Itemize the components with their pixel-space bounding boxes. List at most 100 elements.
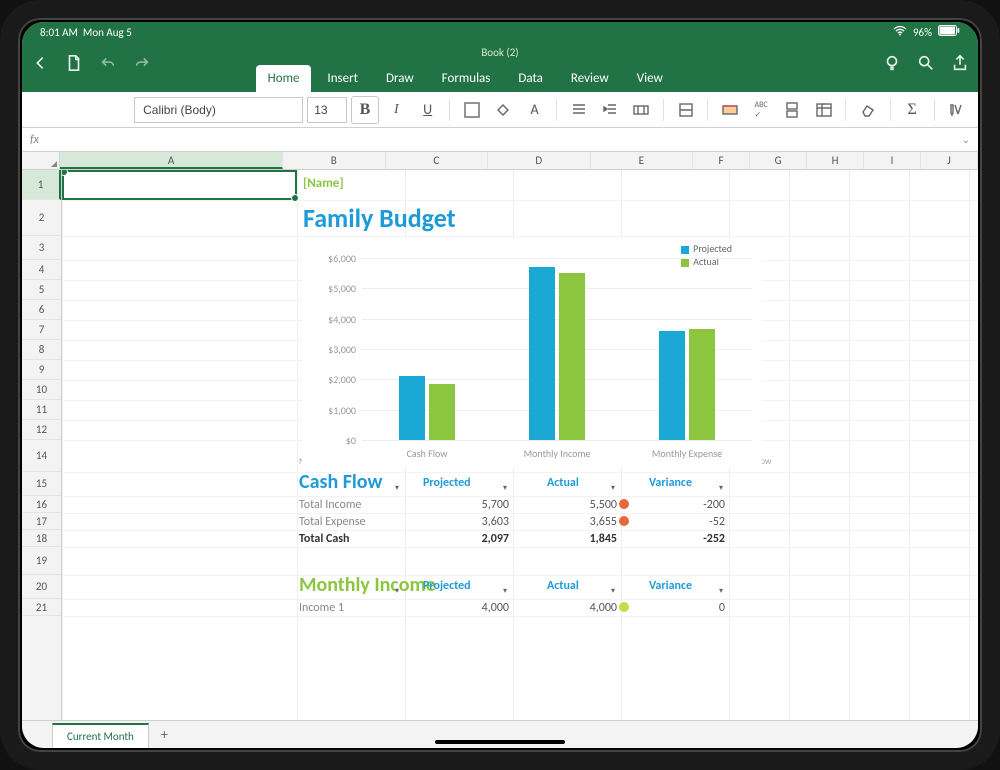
row-header-7[interactable]: 7 <box>22 320 61 340</box>
row-header-19[interactable]: 19 <box>22 547 61 575</box>
ribbon-tab-data[interactable]: Data <box>506 65 555 92</box>
file-icon[interactable] <box>64 53 84 73</box>
row-header-18[interactable]: 18 <box>22 530 61 547</box>
filter-arrow[interactable]: ▾ <box>715 482 727 494</box>
bold-button[interactable]: B <box>351 96 378 124</box>
col-header-I[interactable]: I <box>864 152 921 169</box>
formula-bar[interactable]: fx ⌄ <box>22 128 978 152</box>
clear-button[interactable] <box>854 96 881 124</box>
ribbon-tabs: HomeInsertDrawFormulasDataReviewView <box>256 65 675 92</box>
sheet-tab-add[interactable]: + <box>151 721 178 748</box>
row-header-20[interactable]: 20 <box>22 575 61 599</box>
indent-button[interactable] <box>596 96 623 124</box>
border-button[interactable] <box>458 96 485 124</box>
underline-button[interactable]: U <box>414 96 441 124</box>
row-header-11[interactable]: 11 <box>22 400 61 420</box>
monthly-income-row-label-0: Income 1 <box>299 601 344 615</box>
insert-cells-button[interactable] <box>779 96 806 124</box>
ribbon-tab-review[interactable]: Review <box>559 65 621 92</box>
filter-arrow[interactable]: ▾ <box>607 585 619 597</box>
budget-chart[interactable]: ProjectedActual$0$1,000$2,000$3,000$4,00… <box>302 238 762 468</box>
row-header-2[interactable]: 2 <box>22 200 61 236</box>
col-header-E[interactable]: E <box>591 152 694 169</box>
search-header-icon[interactable] <box>916 53 936 73</box>
row-header-4[interactable]: 4 <box>22 260 61 280</box>
col-header-B[interactable]: B <box>283 152 386 169</box>
ribbon-tab-insert[interactable]: Insert <box>315 65 370 92</box>
col-header-D[interactable]: D <box>488 152 591 169</box>
battery-icon <box>938 25 960 39</box>
row-header-1[interactable]: 1 <box>22 170 61 200</box>
chart-bar <box>529 267 555 440</box>
chart-ytick: $0 <box>316 434 356 447</box>
col-header-J[interactable]: J <box>921 152 978 169</box>
select-all-corner[interactable] <box>22 152 60 169</box>
spreadsheet-grid[interactable]: ABCDEFGHIJ 12345678910111214151617181920… <box>22 152 978 720</box>
chart-bar <box>429 384 455 440</box>
col-header-F[interactable]: F <box>693 152 750 169</box>
abc-button[interactable]: ABC✓ <box>747 96 774 124</box>
sheet-tab-current[interactable]: Current Month <box>52 723 149 748</box>
undo-icon[interactable] <box>98 53 118 73</box>
ribbon-tab-view[interactable]: View <box>625 65 675 92</box>
cash-flow-row-label-1: Total Expense <box>299 515 366 529</box>
row-header-6[interactable]: 6 <box>22 300 61 320</box>
cash-flow-header-0: Projected <box>423 476 471 490</box>
lightbulb-icon[interactable] <box>882 53 902 73</box>
ribbon-tab-home[interactable]: Home <box>256 65 312 92</box>
filter-arrow[interactable]: ▾ <box>607 482 619 494</box>
font-size-input[interactable] <box>307 97 347 123</box>
col-header-H[interactable]: H <box>807 152 864 169</box>
row-header-5[interactable]: 5 <box>22 280 61 300</box>
filter-arrow[interactable]: ▾ <box>715 585 727 597</box>
ribbon-tab-formulas[interactable]: Formulas <box>430 65 503 92</box>
col-header-C[interactable]: C <box>386 152 489 169</box>
status-dot <box>619 499 629 509</box>
row-header-12[interactable]: 12 <box>22 420 61 440</box>
table-button[interactable] <box>810 96 837 124</box>
share-icon[interactable] <box>950 53 970 73</box>
row-header-17[interactable]: 17 <box>22 513 61 530</box>
row-header-8[interactable]: 8 <box>22 340 61 360</box>
col-header-A[interactable]: A <box>60 152 283 169</box>
fill-color-button[interactable] <box>490 96 517 124</box>
filter-arrow[interactable]: ▾ <box>499 482 511 494</box>
number-format-button[interactable] <box>672 96 699 124</box>
formula-expand-icon[interactable]: ⌄ <box>962 133 970 146</box>
row-header-3[interactable]: 3 <box>22 236 61 260</box>
back-icon[interactable] <box>30 53 50 73</box>
font-name-select[interactable] <box>134 97 303 123</box>
row-header-10[interactable]: 10 <box>22 380 61 400</box>
cash-flow-variance-1: -52 <box>697 515 725 529</box>
row-header-21[interactable]: 21 <box>22 599 61 616</box>
app-header: Book (2) HomeInsertDrawFormulasDataRevie… <box>22 42 978 92</box>
redo-icon[interactable] <box>132 53 152 73</box>
status-dot <box>619 602 629 612</box>
cash-flow-actual-0: 5,500 <box>583 498 617 512</box>
status-dot <box>619 516 629 526</box>
filter-arrow[interactable]: ▾ <box>391 585 403 597</box>
ribbon-tab-draw[interactable]: Draw <box>374 65 426 92</box>
chart-xlabel: Monthly Income <box>524 447 591 460</box>
filter-arrow[interactable]: ▾ <box>391 482 403 494</box>
active-cell <box>62 170 297 200</box>
cash-flow-row-label-2: Total Cash <box>299 532 349 546</box>
font-color-button[interactable]: A <box>521 96 548 124</box>
chart-ytick: $2,000 <box>316 373 356 386</box>
row-header-9[interactable]: 9 <box>22 360 61 380</box>
row-header-16[interactable]: 16 <box>22 496 61 513</box>
cash-flow-title: Cash Flow <box>299 470 382 494</box>
align-button[interactable] <box>565 96 592 124</box>
sort-filter-button[interactable] <box>943 96 970 124</box>
col-header-G[interactable]: G <box>750 152 807 169</box>
chart-xlabel: Monthly Expense <box>652 447 722 460</box>
row-header-14[interactable]: 14 <box>22 440 61 472</box>
monthly-income-actual-0: 4,000 <box>583 601 617 615</box>
merge-button[interactable] <box>628 96 655 124</box>
row-header-15[interactable]: 15 <box>22 472 61 496</box>
filter-arrow[interactable]: ▾ <box>499 585 511 597</box>
autosum-button[interactable]: Σ <box>899 96 926 124</box>
cell-styles-button[interactable] <box>716 96 743 124</box>
italic-button[interactable]: I <box>383 96 410 124</box>
home-indicator[interactable] <box>435 740 565 744</box>
